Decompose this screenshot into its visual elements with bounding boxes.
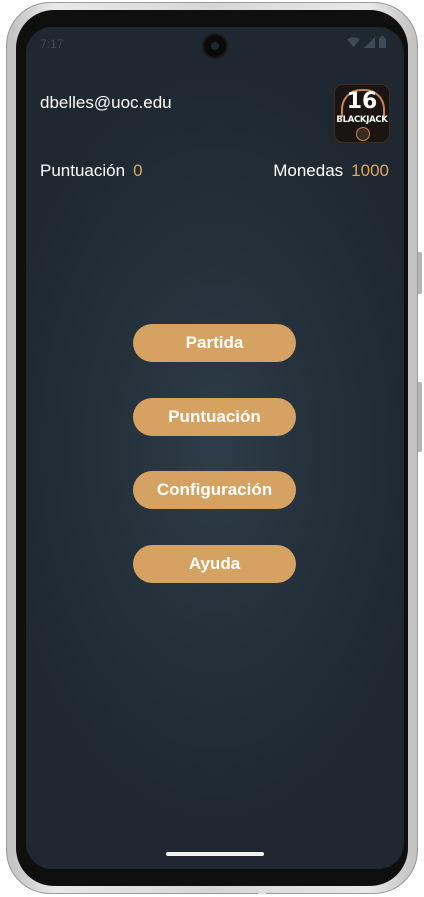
device-bottom-notch: [258, 889, 266, 894]
status-icons: [347, 36, 386, 48]
cellular-signal-icon: [364, 36, 375, 48]
score-label: Puntuación: [40, 161, 126, 180]
user-email: dbelles@uoc.edu: [40, 93, 172, 112]
coins-stat: Monedas 1000: [273, 161, 389, 181]
logo-text: BLACKJACK: [336, 115, 388, 125]
blackjack-logo: 16 BLACKJACK: [334, 84, 390, 143]
play-button[interactable]: Partida: [133, 324, 296, 362]
coins-label: Monedas: [273, 161, 344, 180]
volume-button: [418, 252, 422, 294]
logo-number: 16: [346, 89, 378, 114]
coins-value: 1000: [351, 161, 389, 180]
power-button: [418, 382, 422, 452]
help-button[interactable]: Ayuda: [133, 545, 296, 583]
score-value: 0: [133, 161, 143, 180]
settings-button[interactable]: Configuración: [133, 471, 296, 509]
wifi-icon: [347, 37, 360, 47]
score-stat: Puntuación 0: [40, 161, 143, 181]
device-frame: 7:17 dbelles@uoc.edu 16 BLACKJACK Puntua…: [0, 0, 424, 897]
app-screen: 7:17 dbelles@uoc.edu 16 BLACKJACK Puntua…: [26, 27, 404, 869]
status-time: 7:17: [40, 37, 64, 51]
front-camera: [204, 35, 226, 57]
chip-icon: [356, 127, 370, 141]
battery-icon: [379, 36, 386, 48]
scores-button[interactable]: Puntuación: [133, 398, 296, 436]
home-indicator[interactable]: [166, 852, 264, 856]
